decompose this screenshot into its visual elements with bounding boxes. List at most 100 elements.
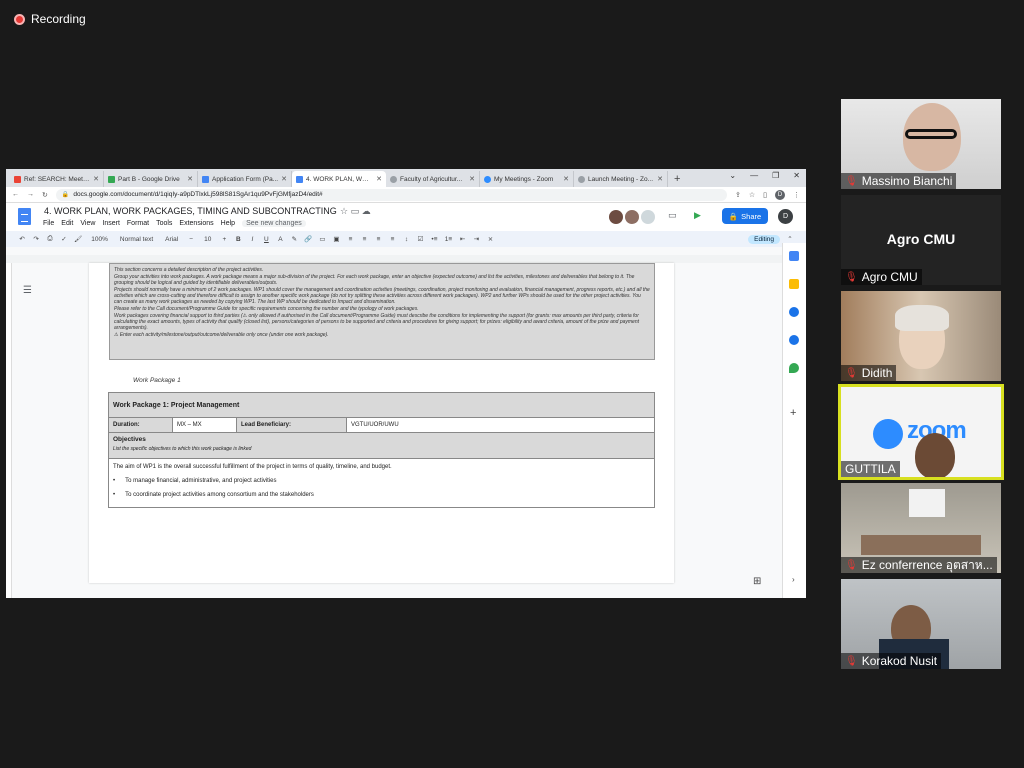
menu-help[interactable]: Help	[221, 220, 235, 227]
close-icon[interactable]: ✕	[187, 175, 193, 183]
back-icon[interactable]: ←	[12, 191, 19, 198]
close-icon[interactable]: ✕	[563, 175, 569, 183]
chevron-right-icon[interactable]: ›	[792, 575, 795, 584]
tab-work-plan[interactable]: 4. WORK PLAN, WOR... ✕	[292, 171, 386, 187]
decrease-font-icon[interactable]: −	[187, 236, 195, 243]
align-right-icon[interactable]: ≡	[374, 236, 382, 243]
font-select[interactable]: Arial	[162, 236, 181, 243]
menu-view[interactable]: View	[80, 220, 95, 227]
restore-icon[interactable]: ❐	[772, 171, 779, 180]
editing-mode-select[interactable]: Editing	[748, 234, 780, 244]
menu-insert[interactable]: Insert	[102, 220, 120, 227]
bullet-list-icon[interactable]: •≡	[430, 236, 438, 243]
share-page-icon[interactable]: ⇪	[735, 191, 741, 199]
menu-format[interactable]: Format	[127, 220, 149, 227]
comment-add-icon[interactable]: ▭	[318, 235, 326, 243]
checklist-icon[interactable]: ☑	[416, 235, 424, 243]
numbered-list-icon[interactable]: 1≡	[444, 236, 452, 243]
close-icon[interactable]: ✕	[469, 175, 475, 183]
maps-icon[interactable]	[789, 363, 799, 373]
close-icon[interactable]: ✕	[376, 175, 382, 183]
meet-icon[interactable]: ▶	[694, 210, 701, 221]
tab-search-icon[interactable]: ⌄	[729, 171, 736, 180]
bold-icon[interactable]: B	[234, 236, 242, 243]
justify-icon[interactable]: ≡	[388, 236, 396, 243]
calendar-icon[interactable]	[789, 251, 799, 261]
text-color-icon[interactable]: A	[276, 236, 284, 243]
italic-icon[interactable]: I	[248, 236, 256, 243]
highlight-icon[interactable]: ✎	[290, 235, 298, 243]
user-avatar[interactable]: D	[778, 209, 793, 224]
share-button[interactable]: 🔒 Share	[722, 208, 768, 224]
minimize-icon[interactable]: —	[750, 171, 758, 180]
tasks-icon[interactable]	[789, 307, 799, 317]
document-page[interactable]: This section concerns a detailed descrip…	[89, 263, 674, 583]
ruler[interactable]	[6, 247, 806, 255]
font-size-input[interactable]: 10	[201, 236, 214, 243]
tab-gmail[interactable]: Ref: SEARCH: Meetin... ✕	[10, 171, 104, 187]
style-select[interactable]: Normal text	[117, 236, 156, 243]
align-left-icon[interactable]: ≡	[346, 236, 354, 243]
document-title[interactable]: 4. WORK PLAN, WORK PACKAGES, TIMING AND …	[44, 206, 337, 216]
new-tab-icon[interactable]: +	[674, 171, 680, 187]
spellcheck-icon[interactable]: ✓	[60, 235, 68, 243]
image-icon[interactable]: ▣	[332, 235, 340, 243]
close-window-icon[interactable]: ✕	[793, 171, 800, 180]
keep-icon[interactable]	[789, 279, 799, 289]
left-gutter	[6, 263, 12, 598]
zoom-select[interactable]: 100%	[88, 236, 111, 243]
comment-icon[interactable]: ▭	[668, 210, 677, 221]
see-new-changes-link[interactable]: See new changes	[242, 220, 306, 227]
menu-extensions[interactable]: Extensions	[179, 220, 213, 227]
side-panel-icon[interactable]: ▯	[763, 191, 767, 199]
clear-format-icon[interactable]: ⨯	[486, 235, 494, 243]
paint-format-icon[interactable]: 🖌	[74, 235, 82, 243]
close-icon[interactable]: ✕	[281, 175, 287, 183]
indent-increase-icon[interactable]: ⇥	[472, 235, 480, 243]
align-center-icon[interactable]: ≡	[360, 236, 368, 243]
tab-application-form[interactable]: Application Form (Pa... ✕	[198, 171, 292, 187]
participant-tile[interactable]: 🎙 Ez conferrence อุตสาห...	[841, 483, 1001, 573]
participant-tile[interactable]: 🎙 Massimo Bianchi	[841, 99, 1001, 189]
document-canvas: ☰ This section concerns a detailed descr…	[6, 263, 786, 598]
close-icon[interactable]: ✕	[657, 175, 663, 183]
line-spacing-icon[interactable]: ↕	[402, 236, 410, 243]
participant-tile[interactable]: 🎙 Didith	[841, 291, 1001, 381]
tab-my-meetings[interactable]: My Meetings - Zoom ✕	[480, 171, 574, 187]
contacts-icon[interactable]	[789, 335, 799, 345]
tab-launch-meeting[interactable]: Launch Meeting - Zo... ✕	[574, 171, 668, 187]
profile-avatar[interactable]: D	[775, 189, 785, 200]
google-docs-icon[interactable]	[18, 208, 31, 225]
increase-font-icon[interactable]: +	[220, 236, 228, 243]
bookmark-icon[interactable]: ☆	[749, 191, 755, 199]
outline-icon[interactable]: ☰	[23, 285, 32, 296]
address-bar[interactable]: 🔒 docs.google.com/document/d/1qiqIy-a9pD…	[55, 188, 727, 201]
reload-icon[interactable]: ↻	[42, 191, 48, 199]
chevron-up-icon[interactable]: ⌃	[786, 235, 794, 243]
zoom-logo-icon	[873, 419, 903, 449]
participant-tile-active[interactable]: zoom GUTTILA	[838, 384, 1004, 480]
collaborator-avatar[interactable]	[625, 210, 639, 224]
add-addon-icon[interactable]: +	[790, 407, 796, 419]
participant-tile[interactable]: Agro CMU 🎙 Agro CMU	[841, 195, 1001, 285]
undo-icon[interactable]: ↶	[18, 235, 26, 243]
underline-icon[interactable]: U	[262, 236, 270, 243]
menu-edit[interactable]: Edit	[61, 220, 73, 227]
link-icon[interactable]: 🔗	[304, 235, 312, 243]
forward-icon[interactable]: →	[27, 191, 34, 198]
browser-menu-icon[interactable]: ⋮	[793, 191, 800, 199]
redo-icon[interactable]: ↷	[32, 235, 40, 243]
star-icon[interactable]: ☆ ▭ ☁	[340, 206, 371, 217]
menu-file[interactable]: File	[43, 220, 54, 227]
participant-tile[interactable]: 🎙 Korakod Nusit	[841, 579, 1001, 669]
tab-drive[interactable]: Part B - Google Drive ✕	[104, 171, 198, 187]
collaborator-avatar[interactable]	[641, 210, 655, 224]
record-icon	[14, 13, 25, 25]
tab-faculty[interactable]: Faculty of Agricultur... ✕	[386, 171, 480, 187]
indent-decrease-icon[interactable]: ⇤	[458, 235, 466, 243]
menu-tools[interactable]: Tools	[156, 220, 172, 227]
close-icon[interactable]: ✕	[93, 175, 99, 183]
add-comment-icon[interactable]: ⊞	[753, 576, 761, 587]
print-icon[interactable]: ⎙	[46, 235, 54, 243]
collaborator-avatar[interactable]	[609, 210, 623, 224]
